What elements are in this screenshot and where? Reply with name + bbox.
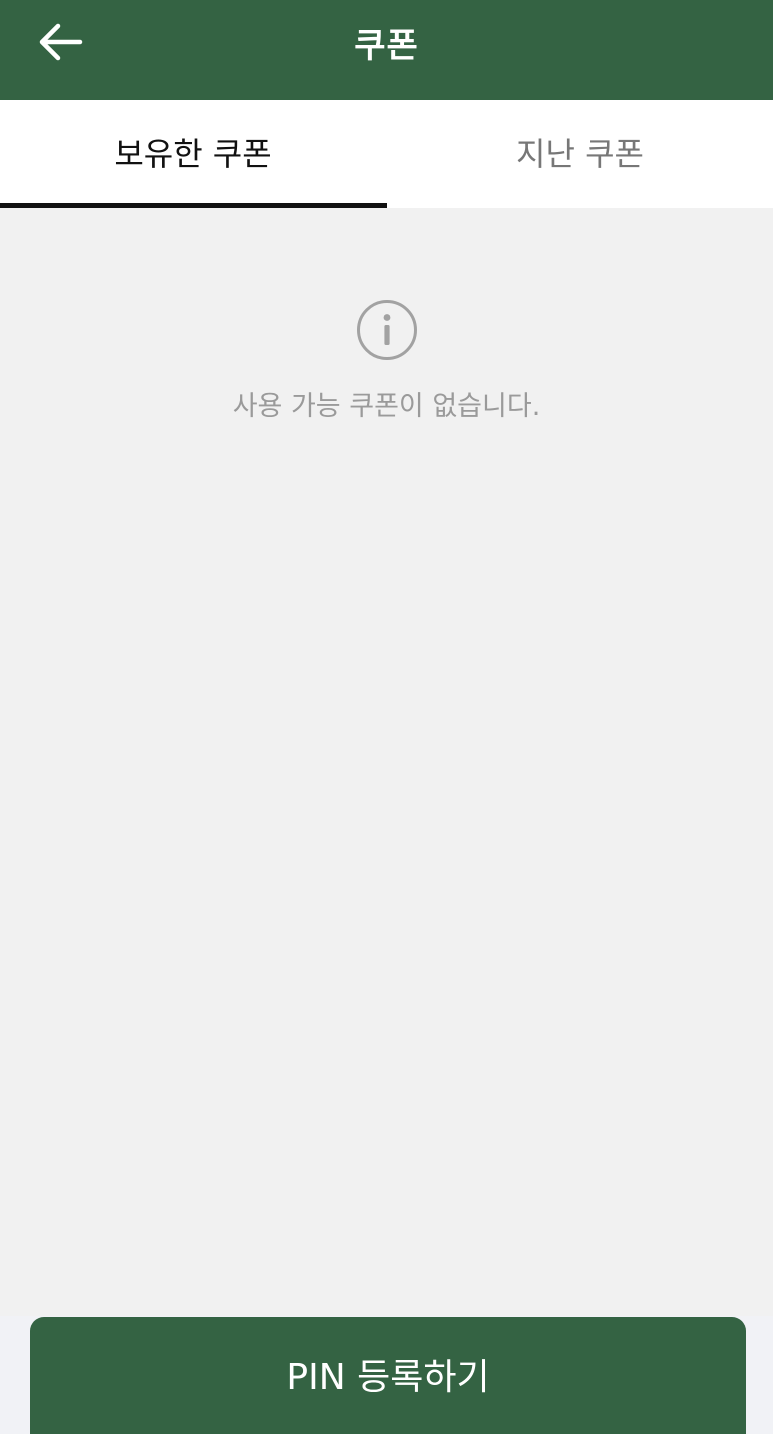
back-button[interactable]	[26, 14, 94, 70]
arrow-left-icon	[39, 23, 83, 61]
empty-state-message: 사용 가능 쿠폰이 없습니다.	[232, 391, 541, 422]
coupon-list-area	[0, 208, 773, 1316]
tab-past-coupons[interactable]: 지난 쿠폰	[387, 100, 773, 208]
pin-register-button[interactable]: PIN 등록하기	[30, 1317, 746, 1434]
app-bar: 쿠폰	[0, 0, 773, 100]
tab-bar: 보유한 쿠폰 지난 쿠폰	[0, 100, 773, 208]
info-icon	[357, 300, 417, 360]
page-title: 쿠폰	[354, 25, 419, 66]
tab-owned-coupons[interactable]: 보유한 쿠폰	[0, 100, 386, 208]
